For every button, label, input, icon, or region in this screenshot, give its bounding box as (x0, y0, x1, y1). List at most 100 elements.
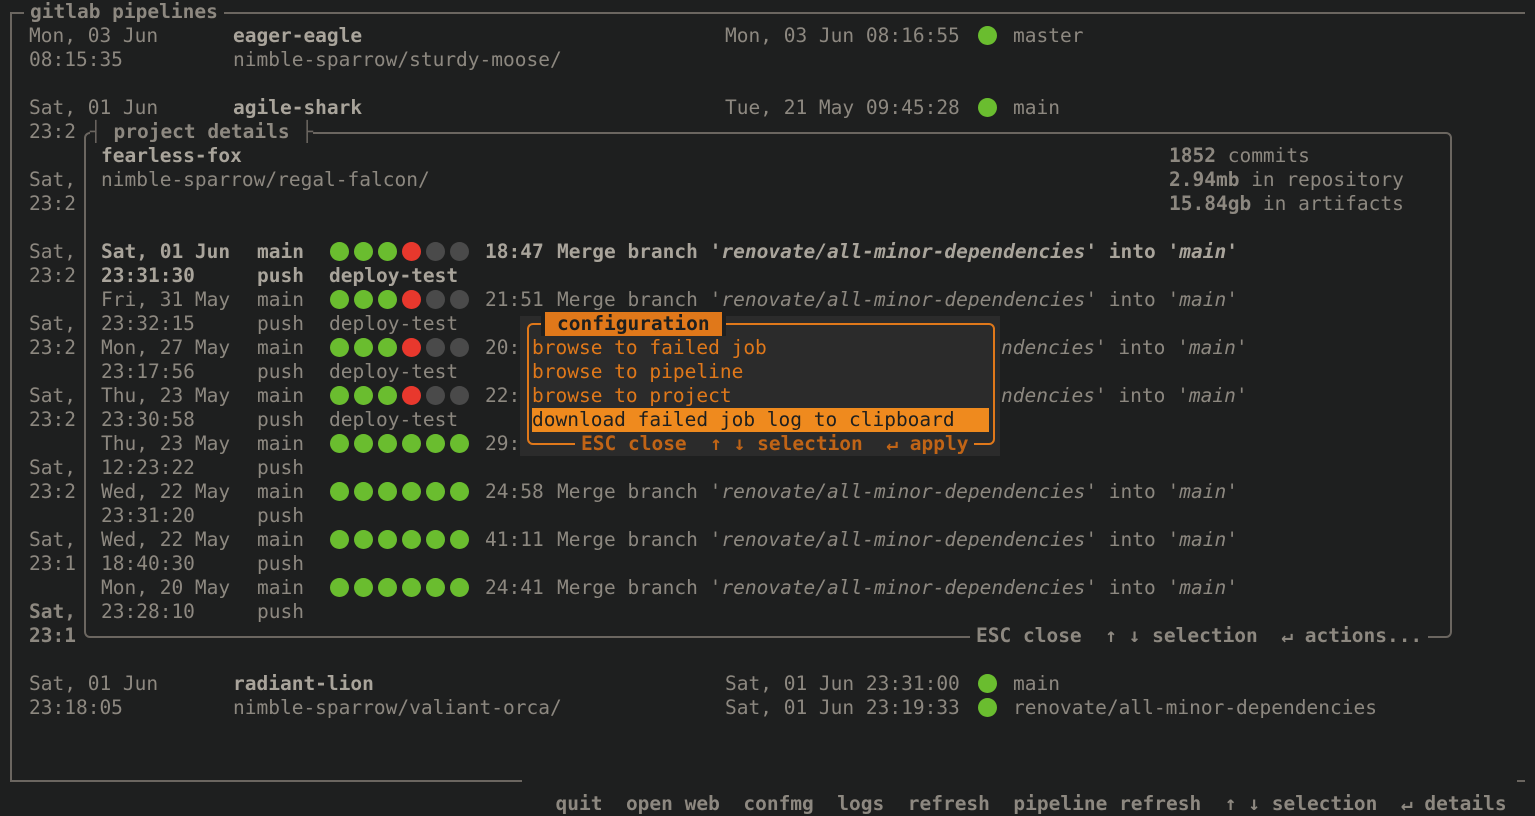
success-dot-icon (426, 578, 445, 597)
pipeline-date[interactable]: Wed, 22 May (101, 480, 230, 504)
bg-fragment: 23:1 (29, 624, 76, 647)
success-dot-icon (378, 290, 397, 309)
job-status-icons (330, 240, 474, 264)
commit-message-part: ' into ' (1085, 240, 1180, 263)
commit-message-part: ' into ' (1085, 528, 1180, 551)
pipeline-commit-message: Merge branch 'renovate/all-minor-depende… (557, 480, 1238, 504)
commit-message-part: Merge branch ' (557, 240, 722, 263)
success-dot-icon (450, 578, 469, 597)
commit-message-part: renovate/all-minor-dependencies (721, 288, 1086, 311)
project-date: Mon, 03 Jun (29, 24, 159, 47)
status-dot-icon (978, 672, 1002, 696)
skipped-dot-icon (450, 290, 469, 309)
pipeline-commit-message: Merge branch 'renovate/all-minor-depende… (557, 528, 1238, 552)
bg-fragment: 23:2 (29, 480, 76, 503)
bg-fragment: 23:2 (29, 336, 76, 359)
pipeline-duration: 20: (485, 336, 521, 359)
job-status-icons (330, 576, 474, 600)
pipeline-duration: 29: (485, 432, 521, 455)
pipeline-duration: 18:47 (485, 240, 544, 263)
confmg-key[interactable]: confmg (743, 792, 813, 815)
option-browse-project[interactable]: browse to project (532, 384, 732, 408)
pipeline-source: push (257, 552, 304, 575)
configuration-modal-footer: ESC close ↑ ↓ selection ↵ apply (575, 432, 975, 456)
details-project-name: fearless-fox (101, 144, 242, 167)
job-status-icons (330, 384, 474, 408)
pipeline-branch: main (257, 336, 304, 359)
project-name[interactable]: radiant-lion (233, 672, 374, 696)
project-name[interactable]: agile-shark (233, 96, 362, 120)
commit-message-part: main (1179, 576, 1227, 599)
project-name[interactable]: eager-eagle (233, 24, 362, 48)
bg-fragment: Sat, (29, 240, 76, 263)
commit-message-part: ' (1235, 384, 1248, 407)
logs-key[interactable]: logs (837, 792, 884, 815)
bg-fragment: Sat, (29, 456, 76, 479)
pipeline-date[interactable]: Fri, 31 May (101, 288, 230, 312)
pipeline-branch: main (257, 240, 304, 263)
pipeline-date[interactable]: Mon, 20 May (101, 576, 230, 600)
pipeline-source: push (257, 408, 304, 431)
pipeline-source: push (257, 312, 304, 335)
quit-key[interactable]: quit (555, 792, 602, 815)
success-dot-icon (378, 578, 397, 597)
commit-message-part: ' into ' (1094, 384, 1189, 407)
selection-key: selection (1271, 792, 1378, 815)
commit-message-part: main (1188, 384, 1236, 407)
pipeline-time: 23:30:58 (101, 408, 195, 431)
success-dot-icon (330, 530, 349, 549)
commit-message-part: Merge branch ' (557, 528, 722, 551)
pipeline-duration: 22: (485, 384, 521, 407)
pipeline-date[interactable]: Mon, 27 May (101, 336, 230, 360)
job-status-icons (330, 336, 474, 360)
success-dot-icon (354, 530, 373, 549)
pipeline-date[interactable]: Sat, 01 Jun (101, 240, 230, 264)
pipeline-time: 23:31:20 (101, 504, 195, 527)
details-key[interactable]: details (1424, 792, 1506, 815)
commit-message-part: ' into ' (1085, 288, 1180, 311)
open-web-key[interactable]: open web (626, 792, 720, 815)
pipeline-stage: deploy-test (329, 312, 459, 335)
success-dot-icon (450, 482, 469, 501)
pipeline-date[interactable]: Wed, 22 May (101, 528, 230, 552)
pipeline-source: push (257, 600, 304, 623)
commit-message-part: main (1179, 240, 1227, 263)
option-browse-failed-job[interactable]: browse to failed job (532, 336, 767, 360)
bg-fragment: 23:2 (29, 408, 76, 431)
project-branch: main (1013, 672, 1060, 695)
project-last-run: Mon, 03 Jun 08:16:55 (725, 24, 960, 47)
pipeline-commit-message: ndencies' into 'main' (1001, 384, 1248, 408)
failed-dot-icon (402, 338, 421, 357)
success-dot-icon (402, 434, 421, 453)
success-dot-icon (426, 434, 445, 453)
success-dot-icon (426, 482, 445, 501)
pipeline-duration: 24:58 (485, 480, 544, 503)
pipeline-refresh-key[interactable]: pipeline refresh (1013, 792, 1201, 815)
commit-message-part: renovate/all-minor-dependencies (721, 480, 1086, 503)
refresh-key[interactable]: refresh (908, 792, 990, 815)
bg-fragment: Sat, (29, 384, 76, 407)
project-branch: master (1013, 24, 1084, 47)
option-browse-pipeline[interactable]: browse to pipeline (532, 360, 743, 384)
pipeline-date[interactable]: Thu, 23 May (101, 384, 230, 408)
commit-message-part: renovate/all-minor-dependencies (721, 576, 1086, 599)
status-dot-icon (978, 96, 1002, 120)
bg-fragment: Sat, (29, 168, 76, 191)
app-title: gitlab pipelines (24, 0, 224, 24)
stat-repository: 2.94mb in repository (1169, 168, 1404, 191)
pipeline-date[interactable]: Thu, 23 May (101, 432, 230, 456)
job-status-icons (330, 528, 474, 552)
commit-message-part: ' into ' (1094, 336, 1189, 359)
success-dot-icon (354, 434, 373, 453)
success-dot-icon (354, 482, 373, 501)
pipeline-source: push (257, 360, 304, 383)
pipeline-branch: main (257, 288, 304, 311)
bg-fragment: 23:2 (29, 192, 76, 215)
option-download-failed-job-log[interactable]: download failed job log to clipboard (532, 408, 989, 432)
configuration-modal-title: configuration (541, 312, 726, 336)
skipped-dot-icon (450, 338, 469, 357)
skipped-dot-icon (426, 386, 445, 405)
bg-fragment: Sat, (29, 600, 76, 623)
pipeline-commit-message: ndencies' into 'main' (1001, 336, 1248, 360)
commit-message-part: main (1179, 288, 1227, 311)
